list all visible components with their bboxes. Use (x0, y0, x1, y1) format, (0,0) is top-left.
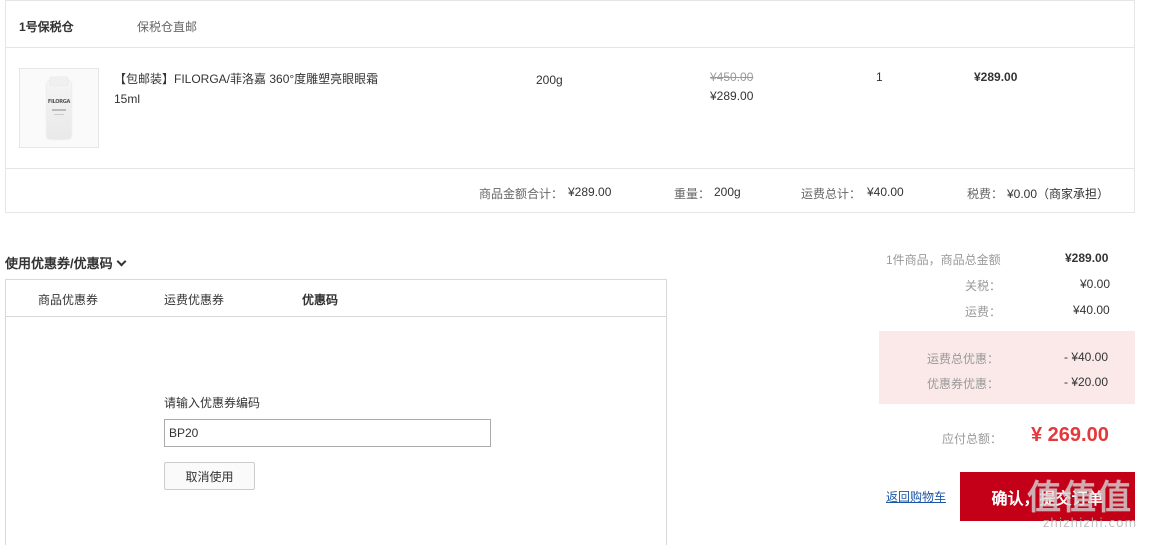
cancel-coupon-button[interactable]: 取消使用 (164, 462, 255, 490)
coupon-discount-value: - ¥20.00 (1064, 375, 1109, 389)
bottle-line (52, 109, 66, 111)
bottle-line-2 (54, 114, 64, 115)
goods-total-value: ¥289.00 (568, 185, 612, 199)
weight-label: 重量： (674, 187, 711, 201)
weight-value: 200g (714, 185, 741, 199)
product-bottle-image: FILORGA (47, 77, 71, 139)
product-thumbnail[interactable]: FILORGA (19, 68, 99, 148)
shipping-discount-value: - ¥40.00 (1064, 350, 1109, 364)
shipping-total-value: ¥40.00 (867, 185, 904, 199)
warehouse-header: 1号保税仓 保税仓直邮 (6, 1, 1134, 48)
warehouse-tag: 保税仓直邮 (137, 20, 198, 34)
product-spec: 200g (536, 73, 563, 87)
shipping-total-label: 运费总计： (801, 187, 862, 201)
order-summary-row: 商品金额合计： ¥289.00 重量： 200g 运费总计： ¥40.00 税费… (6, 169, 1134, 213)
product-row: FILORGA 【包邮装】FILORGA/菲洛嘉 360°度雕塑亮眼眼霜15ml… (6, 48, 1134, 169)
items-total-label: 1件商品，商品总金额 (886, 253, 1001, 267)
product-quantity: 1 (876, 70, 883, 84)
tab-product-coupon[interactable]: 商品优惠券 (38, 291, 98, 308)
tab-promo-code[interactable]: 优惠码 (302, 291, 338, 308)
tariff-value: ¥0.00 (1080, 277, 1111, 291)
bottle-logo: FILORGA (47, 99, 71, 105)
coupon-tabs: 商品优惠券 运费优惠券 优惠码 (6, 280, 666, 317)
product-subtotal: ¥289.00 (974, 70, 1018, 84)
chevron-down-icon (116, 256, 127, 267)
coupon-panel: 商品优惠券 运费优惠券 优惠码 请输入优惠券编码 取消使用 (5, 279, 667, 545)
product-price: ¥289.00 (710, 89, 754, 103)
product-name[interactable]: 【包邮装】FILORGA/菲洛嘉 360°度雕塑亮眼眼霜15ml (114, 69, 394, 109)
tax-value: ¥0.00（商家承担） (1007, 187, 1110, 201)
coupon-discount-label: 优惠券优惠： (927, 377, 1000, 391)
shipping-discount-label: 运费总优惠： (927, 352, 1000, 366)
coupon-section-title: 使用优惠券/优惠码 (5, 256, 113, 271)
amount-due-value: ¥ 269.00 (1031, 424, 1109, 446)
product-original-price: ¥450.00 (710, 70, 754, 84)
bottle-cap (50, 77, 68, 85)
shipping-label: 运费： (965, 305, 1002, 319)
coupon-section-toggle[interactable]: 使用优惠券/优惠码 (5, 253, 127, 272)
shipping-value: ¥40.00 (1073, 303, 1110, 317)
items-total-value: ¥289.00 (1065, 251, 1109, 265)
tab-shipping-coupon[interactable]: 运费优惠券 (164, 291, 224, 308)
warehouse-name: 1号保税仓 (19, 20, 74, 34)
tariff-label: 关税： (965, 279, 1002, 293)
tax-label: 税费： (967, 187, 1004, 201)
back-to-cart-link[interactable]: 返回购物车 (886, 488, 946, 505)
submit-order-button[interactable]: 确认，提交订单 (960, 472, 1135, 521)
discount-box: 运费总优惠： - ¥40.00 优惠券优惠： - ¥20.00 (879, 331, 1135, 404)
goods-total-label: 商品金额合计： (479, 187, 564, 201)
coupon-code-label: 请输入优惠券编码 (164, 396, 261, 410)
order-box: 1号保税仓 保税仓直邮 FILORGA 【包邮装】FILORGA/菲洛嘉 360… (5, 0, 1135, 213)
amount-due-label: 应付总额： (942, 432, 1003, 446)
coupon-code-input[interactable] (164, 419, 491, 447)
